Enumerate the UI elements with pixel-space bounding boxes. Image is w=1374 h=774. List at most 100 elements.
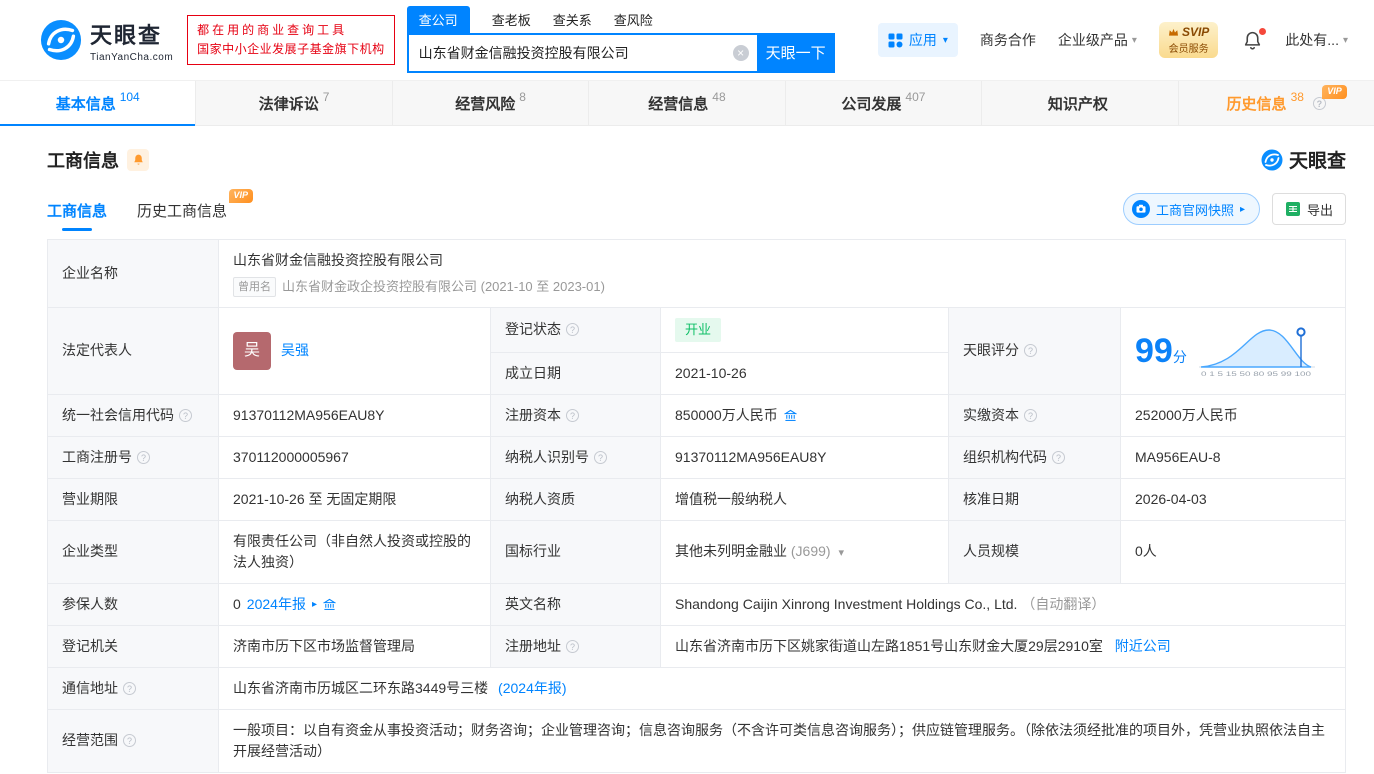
- english-name-cell: Shandong Caijin Xinrong Investment Holdi…: [660, 582, 1346, 626]
- tab-count: 8: [519, 90, 526, 104]
- table-row: 经营范围? 一般项目：以自有资金从事投资活动；财务咨询；企业管理咨询；信息咨询服…: [47, 708, 1346, 773]
- subscribe-bell-button[interactable]: [127, 148, 149, 171]
- search-tab-boss[interactable]: 查老板: [492, 10, 531, 33]
- notification-dot: [1259, 27, 1267, 35]
- reg-authority-cell: 济南市历下区市场监督管理局: [218, 624, 491, 668]
- establish-date-cell: 2021-10-26: [660, 351, 949, 395]
- official-snapshot-button[interactable]: 工商官网快照 ▸: [1122, 193, 1260, 225]
- help-icon[interactable]: ?: [123, 681, 136, 695]
- company-type-cell: 有限责任公司（非自然人投资或控股的法人独资）: [218, 519, 491, 584]
- table-row: 参保人数 0 2024年报 ▸ 英文名称 Shandong Caijin Xin…: [47, 582, 1346, 626]
- slogan-line1: 都在用的商业查询工具: [197, 22, 348, 37]
- tab-operation-info[interactable]: 经营信息 48: [589, 81, 786, 125]
- subtab-business-info[interactable]: 工商信息: [47, 200, 107, 231]
- help-icon[interactable]: ?: [566, 323, 579, 337]
- taxpayer-id-cell: 91370112MA956EAU8Y: [660, 435, 949, 479]
- export-button[interactable]: 导出: [1271, 193, 1346, 225]
- tab-count: 104: [119, 90, 140, 104]
- industry-cell: 其他未列明金融业 (J699) ▾: [660, 519, 949, 584]
- tianyancha-watermark: 天眼查: [1261, 146, 1346, 173]
- reg-capital-cell: 850000万人民币: [660, 393, 949, 437]
- notifications-bell[interactable]: [1242, 27, 1267, 51]
- paid-capital-label: 实缴资本?: [948, 393, 1121, 437]
- assistant-label: 此处有...: [1285, 32, 1339, 48]
- former-name-tag: 曾用名: [233, 277, 276, 297]
- slogan-box: 都在用的商业查询工具 国家中小企业发展子基金旗下机构: [187, 14, 395, 66]
- tab-company-development[interactable]: 公司发展 407: [786, 81, 983, 125]
- staff-size-cell: 0人: [1120, 519, 1346, 584]
- help-icon[interactable]: ?: [179, 408, 192, 422]
- tianyancha-logo[interactable]: 天眼查 TianYanCha.com: [40, 18, 173, 63]
- help-icon[interactable]: ?: [594, 450, 607, 464]
- search-area: 查公司 查老板 查关系 查风险 × 天眼一下: [406, 5, 835, 73]
- chevron-down-icon[interactable]: ▾: [838, 547, 844, 559]
- insured-detail-bank-icon[interactable]: [322, 598, 336, 611]
- logo-subtitle: TianYanCha.com: [90, 51, 174, 63]
- svip-member-badge[interactable]: SVIP 会员服务: [1158, 22, 1219, 58]
- search-tab-company[interactable]: 查公司: [406, 5, 470, 33]
- section-header: 工商信息 天眼查: [47, 146, 1346, 173]
- crown-icon: [1168, 28, 1178, 36]
- reg-status-cell: 开业: [660, 307, 949, 353]
- legal-rep-cell: 吴 吴强: [218, 307, 491, 395]
- score-widget[interactable]: 99分 0 1 5 15 50 80 95 99 100: [1135, 323, 1331, 379]
- help-icon[interactable]: ?: [566, 639, 579, 653]
- business-info-table: 企业名称 山东省财金信融投资控股有限公司 曾用名 山东省财金政企投资控股有限公司…: [47, 239, 1346, 773]
- tab-basic-info[interactable]: 基本信息 104: [0, 81, 197, 126]
- tab-label: 经营信息: [648, 95, 709, 113]
- english-name-label: 英文名称: [490, 582, 661, 626]
- help-icon[interactable]: ?: [1024, 344, 1037, 358]
- help-icon[interactable]: ?: [137, 450, 150, 464]
- establish-date-label: 成立日期: [490, 351, 661, 395]
- search-tab-relation[interactable]: 查关系: [553, 10, 592, 33]
- top-header: 天眼查 TianYanCha.com 都在用的商业查询工具 国家中小企业发展子基…: [0, 0, 1374, 80]
- legal-rep-link[interactable]: 吴强: [281, 340, 309, 361]
- apps-grid-icon: [888, 33, 903, 47]
- tab-legal-proceedings[interactable]: 法律诉讼 7: [196, 81, 393, 125]
- annual-report-link[interactable]: (2024年报): [498, 680, 566, 696]
- bell-icon: [133, 154, 143, 165]
- approval-date-label: 核准日期: [948, 477, 1121, 521]
- table-row: 法定代表人 吴 吴强 登记状态? 开业 天眼评分? 99分 0 1 5 15 5…: [47, 307, 1346, 395]
- capital-detail-bank-icon[interactable]: [783, 409, 797, 422]
- tab-intellectual-property[interactable]: 知识产权: [982, 81, 1179, 125]
- score-value: 99: [1135, 331, 1173, 370]
- help-icon[interactable]: ?: [1052, 450, 1065, 464]
- business-term-cell: 2021-10-26 至 无固定期限: [218, 477, 491, 521]
- company-name-cell: 山东省财金信融投资控股有限公司 曾用名 山东省财金政企投资控股有限公司 (202…: [218, 239, 1346, 308]
- apps-menu[interactable]: 应用 ▾: [877, 23, 958, 57]
- help-icon[interactable]: ?: [123, 734, 136, 747]
- tab-label: 经营风险: [455, 95, 516, 113]
- nearby-companies-link[interactable]: 附近公司: [1115, 638, 1171, 654]
- search-tab-risk[interactable]: 查风险: [614, 10, 653, 33]
- search-button[interactable]: 天眼一下: [756, 32, 835, 73]
- avatar[interactable]: 吴: [233, 331, 271, 370]
- watermark-text: 天眼查: [1288, 151, 1346, 172]
- company-type-label: 企业类型: [47, 519, 219, 584]
- org-code-cell: MA956EAU-8: [1120, 435, 1346, 479]
- enterprise-product-menu[interactable]: 企业级产品 ▾: [1058, 30, 1137, 50]
- tab-count: 7: [322, 90, 330, 104]
- tab-label: 公司发展: [841, 95, 902, 113]
- help-icon[interactable]: ?: [1024, 408, 1037, 422]
- status-badge: 开业: [675, 318, 722, 342]
- business-scope-cell: 一般项目：以自有资金从事投资活动；财务咨询；企业管理咨询；信息咨询服务（不含许可…: [218, 708, 1346, 773]
- business-cooperation-link[interactable]: 商务合作: [980, 30, 1036, 50]
- reg-status-label: 登记状态?: [490, 307, 661, 353]
- search-input[interactable]: [408, 34, 757, 71]
- mail-address-cell: 山东省济南市历城区二环东路3449号三楼 (2024年报): [218, 666, 1346, 710]
- industry-label: 国标行业: [490, 519, 661, 584]
- tab-operation-risk[interactable]: 经营风险 8: [393, 81, 590, 125]
- reg-capital-label: 注册资本?: [490, 393, 661, 437]
- company-nav-tabs: 基本信息 104 法律诉讼 7 经营风险 8 经营信息 48 公司发展 407 …: [0, 80, 1374, 126]
- top-nav: 应用 ▾ 商务合作 企业级产品 ▾ SVIP 会员服务 此处有... ▾: [877, 22, 1348, 58]
- caret-down-icon: ▾: [1131, 34, 1137, 46]
- clear-icon[interactable]: ×: [732, 44, 749, 61]
- table-row: 通信地址? 山东省济南市历城区二环东路3449号三楼 (2024年报): [47, 666, 1346, 710]
- annual-report-link[interactable]: 2024年报: [247, 594, 306, 615]
- assistant-menu[interactable]: 此处有... ▾: [1285, 30, 1348, 50]
- tab-history-info[interactable]: VIP 历史信息 38 ?: [1179, 81, 1374, 125]
- subtab-history-business-info[interactable]: 历史工商信息 VIP: [137, 189, 254, 231]
- help-icon[interactable]: ?: [566, 408, 579, 422]
- company-name-label: 企业名称: [47, 239, 219, 308]
